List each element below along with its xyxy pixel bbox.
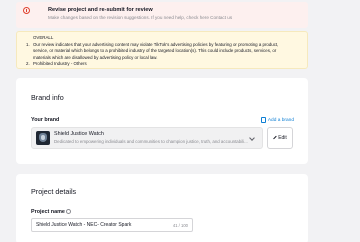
add-brand-icon (260, 117, 266, 123)
reason-line: 2. Prohibited Industry - Others (26, 61, 87, 66)
brand-logo (36, 131, 50, 145)
reason-line: OVERALL (33, 35, 54, 40)
reason-line: 1. Our review indicates that your adverti… (26, 41, 279, 47)
project-name-input[interactable]: Shield Justice Watch - NEC- Creator Spar… (31, 218, 193, 232)
brand-info-card: Brand info Your brand Add a brand Shield… (16, 78, 308, 164)
rejection-reasons: OVERALL 1. Our review indicates that your… (16, 31, 308, 69)
info-icon[interactable] (66, 209, 71, 214)
edit-brand-button[interactable]: Edit (267, 127, 293, 149)
project-details-title: Project details (31, 187, 77, 196)
alert-title: Revise project and re-submit for review (48, 7, 153, 13)
reason-line: service, or material which belongs to a … (33, 48, 277, 53)
brand-select[interactable]: Shield Justice Watch Dedicated to empowe… (31, 127, 263, 149)
edit-label: Edit (278, 135, 287, 141)
brand-info-title: Brand info (31, 93, 64, 102)
add-brand-link[interactable]: Add a brand (260, 117, 294, 123)
your-brand-label: Your brand (31, 117, 60, 123)
error-icon (23, 7, 30, 14)
add-brand-label: Add a brand (267, 117, 294, 123)
brand-name: Shield Justice Watch (54, 131, 104, 137)
pencil-icon (273, 136, 278, 140)
project-name-value: Shield Justice Watch - NEC- Creator Spar… (36, 222, 132, 228)
alert-subtitle: Make changes based on the revision sugge… (48, 15, 233, 20)
project-details-card: Project details Project name Shield Just… (16, 174, 308, 242)
project-name-label: Project name (31, 209, 65, 215)
character-count: 41 / 100 (172, 223, 188, 228)
reason-line: materials which are disallowed by advert… (33, 54, 158, 60)
brand-description: Dedicated to empowering individuals and … (54, 139, 248, 144)
revision-alert: Revise project and re-submit for review … (16, 2, 308, 28)
